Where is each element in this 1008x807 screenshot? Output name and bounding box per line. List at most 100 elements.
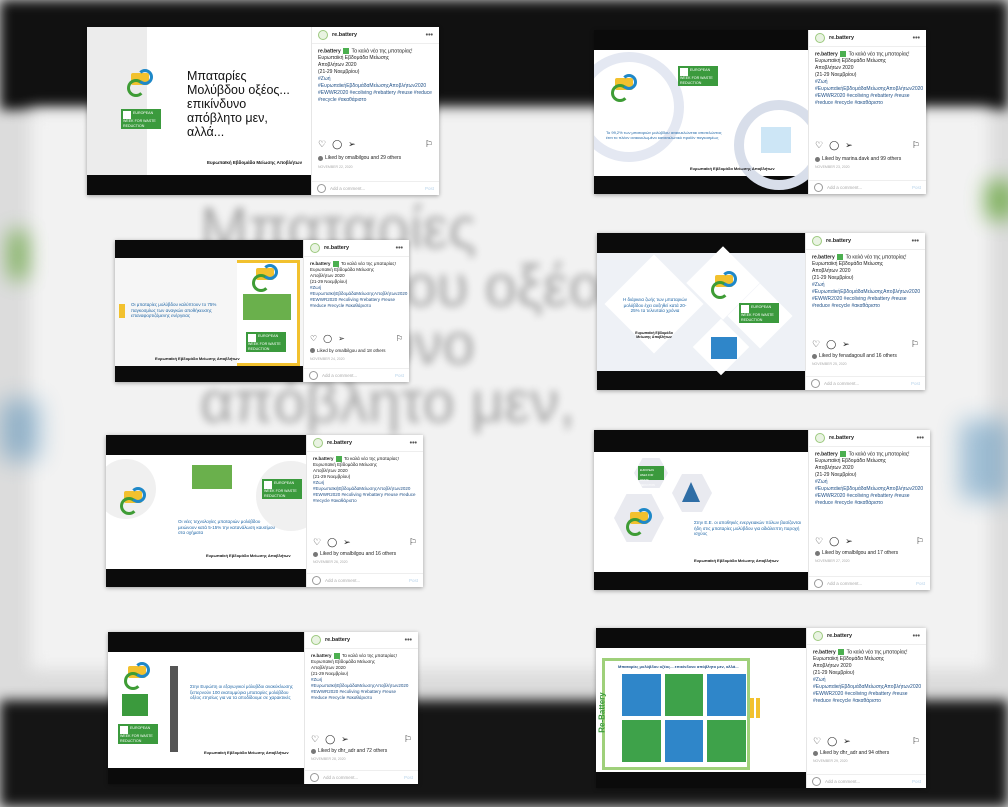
post-image[interactable]: EUROPEAN WEEK FOR WASTE REDUCTION Στην Ε… [108, 632, 304, 784]
more-options-icon[interactable]: ••• [410, 440, 417, 447]
comment-input[interactable]: Add a comment... [824, 381, 859, 386]
smiley-icon[interactable] [312, 576, 321, 585]
likes-text[interactable]: Liked by omalbilgou and 16 others [320, 551, 396, 557]
instagram-post-2[interactable]: EUROPEAN WEEK FOR WASTE REDUCTION Το 99,… [594, 30, 926, 194]
post-image[interactable]: EUROPEAN WEEK FOR WASTE REDUCTION Στην Ε… [594, 430, 808, 590]
share-icon[interactable]: ➢ [842, 339, 850, 350]
likes-text[interactable]: Liked by omalbilgou and 17 others [822, 550, 898, 556]
instagram-post-8[interactable]: Re-Battery Μπαταρίες μολύβδου οξέος... ε… [596, 628, 926, 788]
smiley-icon[interactable] [814, 579, 823, 588]
avatar[interactable] [812, 236, 822, 246]
bookmark-icon[interactable]: ⚐ [911, 339, 919, 350]
heart-icon[interactable]: ♡ [815, 536, 823, 547]
bookmark-icon[interactable]: ⚐ [916, 536, 924, 547]
instagram-post-1[interactable]: EUROPEAN WEEK FOR WASTE REDUCTION Μπαταρ… [87, 27, 439, 195]
instagram-post-5[interactable]: EUROPEAN WEEK FOR WASTE REDUCTION Οι νέε… [106, 435, 423, 587]
account-name[interactable]: re.battery [829, 435, 854, 441]
avatar[interactable] [815, 433, 825, 443]
bookmark-icon[interactable]: ⚐ [404, 734, 412, 745]
heart-icon[interactable]: ♡ [310, 334, 317, 343]
post-image[interactable]: EUROPEAN WEEK FOR WASTE REDUCTION Μπαταρ… [87, 27, 311, 195]
likes-text[interactable]: Liked by dhr_adr and 94 others [820, 750, 889, 756]
comment-input[interactable]: Add a comment... [325, 578, 360, 583]
account-name[interactable]: re.battery [325, 637, 350, 643]
account-name[interactable]: re.battery [327, 440, 352, 446]
bookmark-icon[interactable]: ⚐ [912, 140, 920, 151]
comment-input[interactable]: Add a comment... [827, 185, 862, 190]
post-image[interactable]: EUROPEAN WEEK FOR WASTE REDUCTION Οι μπα… [115, 240, 303, 382]
share-icon[interactable]: ➢ [845, 536, 853, 547]
avatar[interactable] [313, 438, 323, 448]
more-options-icon[interactable]: ••• [912, 238, 919, 245]
account-name[interactable]: re.battery [829, 35, 854, 41]
more-options-icon[interactable]: ••• [426, 32, 433, 39]
post-image[interactable]: EUROPEAN WEEK FOR WASTE REDUCTION Το 99,… [594, 30, 808, 194]
comment-icon[interactable]: ◯ [827, 736, 837, 747]
avatar[interactable] [310, 243, 320, 253]
bookmark-icon[interactable]: ⚐ [409, 537, 417, 548]
heart-icon[interactable]: ♡ [313, 537, 321, 548]
more-options-icon[interactable]: ••• [405, 637, 412, 644]
smiley-icon[interactable] [310, 773, 319, 782]
post-button[interactable]: Post [916, 581, 925, 586]
instagram-post-3[interactable]: EUROPEAN WEEK FOR WASTE REDUCTION Οι μπα… [115, 240, 409, 382]
avatar[interactable] [813, 631, 823, 641]
comment-input[interactable]: Add a comment... [825, 779, 860, 784]
smiley-icon[interactable] [811, 379, 820, 388]
share-icon[interactable]: ➢ [343, 537, 351, 548]
smiley-icon[interactable] [317, 184, 326, 193]
heart-icon[interactable]: ♡ [813, 736, 821, 747]
likes-text[interactable]: Liked by omalbilgou and 18 others [317, 348, 386, 353]
smiley-icon[interactable] [309, 371, 318, 380]
avatar[interactable] [815, 33, 825, 43]
comment-input[interactable]: Add a comment... [322, 373, 357, 378]
comment-icon[interactable]: ◯ [327, 537, 337, 548]
more-options-icon[interactable]: ••• [917, 435, 924, 442]
share-icon[interactable]: ➢ [845, 140, 853, 151]
comment-icon[interactable]: ◯ [829, 536, 839, 547]
post-button[interactable]: Post [912, 185, 921, 190]
post-image[interactable]: EUROPEAN WEEK FOR WASTE REDUCTION Οι νέε… [106, 435, 306, 587]
instagram-post-7[interactable]: EUROPEAN WEEK FOR WASTE REDUCTION Στην Ε… [108, 632, 418, 784]
bookmark-icon[interactable]: ⚐ [396, 334, 403, 343]
post-button[interactable]: Post [911, 381, 920, 386]
post-image[interactable]: Re-Battery Μπαταρίες μολύβδου οξέος... ε… [596, 628, 806, 788]
comment-icon[interactable]: ◯ [826, 339, 836, 350]
comment-icon[interactable]: ◯ [325, 734, 335, 745]
bookmark-icon[interactable]: ⚐ [912, 736, 920, 747]
post-button[interactable]: Post [409, 578, 418, 583]
more-options-icon[interactable]: ••• [396, 245, 403, 252]
comment-icon[interactable]: ◯ [323, 334, 332, 343]
account-name[interactable]: re.battery [826, 238, 851, 244]
post-button[interactable]: Post [912, 779, 921, 784]
comment-icon[interactable]: ◯ [829, 140, 839, 151]
account-name[interactable]: re.battery [324, 245, 349, 251]
more-options-icon[interactable]: ••• [913, 633, 920, 640]
bookmark-icon[interactable]: ⚐ [425, 139, 433, 150]
comment-input[interactable]: Add a comment... [323, 775, 358, 780]
avatar[interactable] [311, 635, 321, 645]
smiley-icon[interactable] [812, 777, 821, 786]
heart-icon[interactable]: ♡ [812, 339, 820, 350]
comment-icon[interactable]: ◯ [332, 139, 342, 150]
account-name[interactable]: re.battery [332, 32, 357, 38]
comment-input[interactable]: Add a comment... [827, 581, 862, 586]
share-icon[interactable]: ➢ [338, 334, 345, 343]
instagram-post-4[interactable]: EUROPEAN WEEK FOR WASTE REDUCTION Η διάρ… [597, 233, 925, 390]
likes-text[interactable]: Liked by dhr_adr and 72 others [318, 748, 387, 754]
instagram-post-6[interactable]: EUROPEAN WEEK FOR WASTE REDUCTION Στην Ε… [594, 430, 930, 590]
share-icon[interactable]: ➢ [348, 139, 356, 150]
post-button[interactable]: Post [404, 775, 413, 780]
avatar[interactable] [318, 30, 328, 40]
heart-icon[interactable]: ♡ [311, 734, 319, 745]
likes-text[interactable]: Liked by marina.davk and 99 others [822, 156, 901, 162]
heart-icon[interactable]: ♡ [815, 140, 823, 151]
post-button[interactable]: Post [395, 373, 404, 378]
smiley-icon[interactable] [814, 183, 823, 192]
share-icon[interactable]: ➢ [341, 734, 349, 745]
account-name[interactable]: re.battery [827, 633, 852, 639]
heart-icon[interactable]: ♡ [318, 139, 326, 150]
comment-input[interactable]: Add a comment... [330, 186, 365, 191]
likes-text[interactable]: Liked by omalbilgou and 29 others [325, 155, 401, 161]
post-button[interactable]: Post [425, 186, 434, 191]
